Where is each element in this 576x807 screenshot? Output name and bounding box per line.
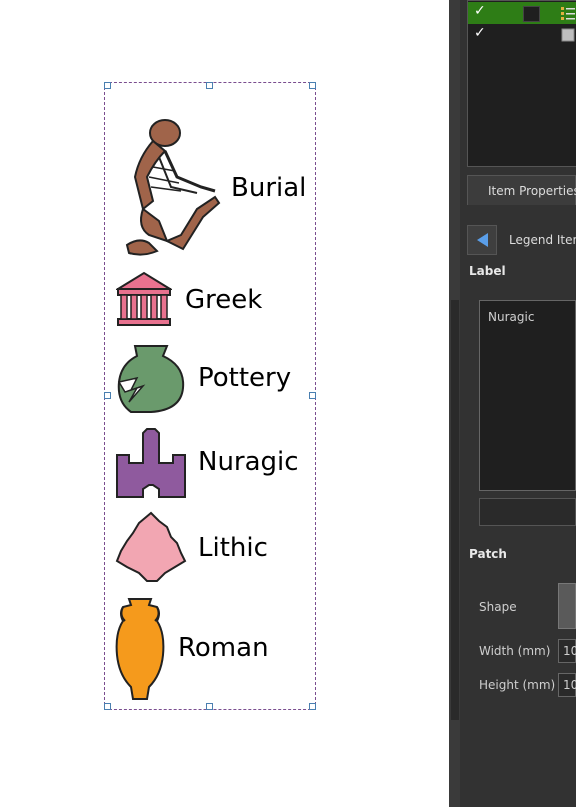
checkbox-checked-icon[interactable]: ✓	[474, 25, 486, 41]
resize-handle-top[interactable]	[206, 82, 213, 89]
label-textarea[interactable]: Nuragic	[479, 300, 576, 491]
legend-label-pottery: Pottery	[198, 363, 292, 393]
legend-items-list[interactable]: ✓ ✓	[467, 0, 576, 167]
arrowhead-icon	[115, 511, 187, 582]
height-input[interactable]: 10	[558, 673, 576, 697]
patch-section-heading: Patch	[469, 547, 507, 561]
map-canvas[interactable]: Burial Greek Pottery Nuragic Lithic Roma…	[0, 0, 449, 807]
resize-handle-right[interactable]	[309, 392, 316, 399]
resize-handle-top-right[interactable]	[309, 82, 316, 89]
legend-item-burial[interactable]: Burial	[105, 83, 315, 263]
tower-icon	[116, 428, 186, 498]
resize-handle-left[interactable]	[104, 392, 111, 399]
legend-item-pottery[interactable]: Pottery	[105, 341, 315, 417]
legend-item-roman[interactable]: Roman	[105, 593, 315, 703]
checkbox-checked-icon[interactable]: ✓	[474, 3, 486, 19]
legend-label-greek: Greek	[185, 285, 263, 315]
arrow-left-icon	[477, 233, 488, 247]
resize-handle-bottom-left[interactable]	[104, 703, 111, 710]
legend-item-lithic[interactable]: Lithic	[105, 507, 315, 587]
tab-item-properties[interactable]: Item Properties	[467, 175, 576, 205]
panel-splitter[interactable]	[449, 0, 460, 807]
list-item[interactable]: ✓	[468, 24, 576, 46]
legend-frame[interactable]: Burial Greek Pottery Nuragic Lithic Roma…	[104, 82, 316, 710]
layer-icon	[561, 28, 575, 42]
vertical-scrollbar[interactable]	[451, 300, 459, 720]
broken-pot-icon	[117, 345, 185, 413]
legend-label-burial: Burial	[231, 173, 307, 203]
height-label: Height (mm)	[479, 678, 556, 692]
list-icon	[561, 7, 575, 20]
legend-item-nuragic[interactable]: Nuragic	[105, 423, 315, 501]
legend-label-roman: Roman	[178, 633, 269, 663]
amphora-icon	[115, 598, 165, 700]
legend-label-lithic: Lithic	[198, 533, 268, 563]
list-item[interactable]: ✓	[468, 2, 576, 24]
label-section-heading: Label	[469, 264, 506, 278]
resize-handle-top-left[interactable]	[104, 82, 111, 89]
legend-label-nuragic: Nuragic	[198, 447, 299, 477]
resize-handle-bottom[interactable]	[206, 703, 213, 710]
legend-item-greek[interactable]: Greek	[105, 269, 315, 333]
shape-label: Shape	[479, 600, 517, 614]
panel-title: Legend Item	[509, 233, 576, 247]
symbol-swatch	[523, 6, 540, 22]
item-properties-panel: ✓ ✓ Item Properties Legend Item Label Nu…	[460, 0, 576, 807]
width-input[interactable]: 10	[558, 639, 576, 663]
resize-handle-bottom-right[interactable]	[309, 703, 316, 710]
temple-icon	[116, 271, 172, 326]
insert-expression-button[interactable]	[479, 498, 576, 526]
shape-selector-button[interactable]	[558, 583, 576, 629]
width-label: Width (mm)	[479, 644, 551, 658]
back-button[interactable]	[467, 225, 497, 255]
skeleton-icon	[125, 119, 221, 256]
